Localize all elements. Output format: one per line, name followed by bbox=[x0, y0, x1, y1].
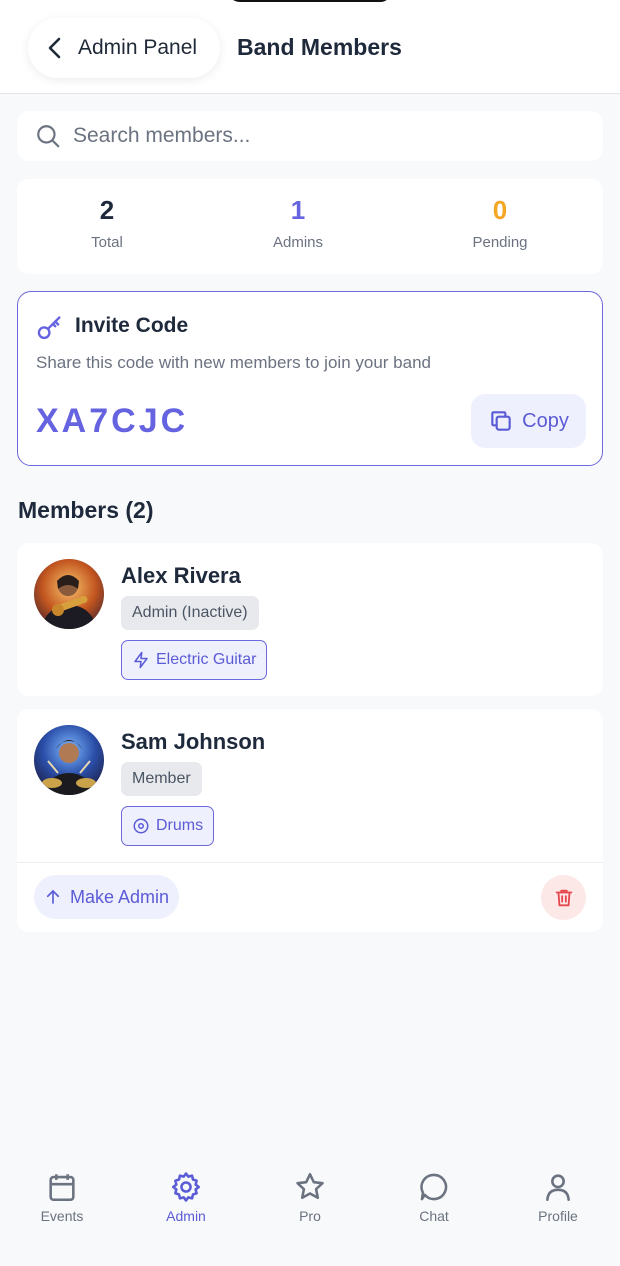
key-icon bbox=[37, 316, 61, 340]
back-button[interactable]: Admin Panel bbox=[28, 18, 220, 78]
calendar-icon bbox=[49, 1174, 75, 1202]
arrow-up-icon bbox=[46, 890, 60, 904]
nav-label-events: Events bbox=[40, 1208, 84, 1224]
stat-pending-label: Pending bbox=[472, 234, 528, 251]
role-badge: Admin (Inactive) bbox=[121, 596, 259, 630]
top-header: Admin Panel Band Members bbox=[0, 0, 620, 94]
back-button-label: Admin Panel bbox=[78, 36, 198, 59]
user-icon bbox=[546, 1174, 570, 1202]
nav-item-events[interactable]: Events bbox=[17, 1170, 107, 1224]
invite-code-title: Invite Code bbox=[75, 314, 189, 337]
member-name: Sam Johnson bbox=[121, 729, 266, 754]
avatar bbox=[34, 725, 104, 795]
nav-item-chat[interactable]: Chat bbox=[389, 1170, 479, 1224]
nav-label-chat: Chat bbox=[419, 1208, 449, 1224]
instrument-label: Drums bbox=[156, 817, 204, 834]
device-notch bbox=[228, 0, 392, 2]
page-title: Band Members bbox=[237, 34, 402, 60]
copy-button-label: Copy bbox=[522, 409, 569, 432]
nav-label-admin: Admin bbox=[166, 1208, 206, 1224]
invite-code-value: XA7CJC bbox=[36, 402, 189, 440]
make-admin-button[interactable]: Make Admin bbox=[34, 875, 179, 919]
instrument-badge: Electric Guitar bbox=[121, 640, 268, 680]
stat-admins-label: Admins bbox=[272, 234, 324, 251]
nav-label-pro: Pro bbox=[299, 1208, 321, 1224]
chevron-left-icon bbox=[48, 37, 61, 59]
nav-label-profile: Profile bbox=[538, 1208, 578, 1224]
member-card[interactable]: Alex Rivera Admin (Inactive) Electric Gu… bbox=[17, 543, 603, 696]
copy-icon bbox=[491, 411, 511, 431]
chat-icon bbox=[420, 1173, 448, 1201]
nav-item-admin[interactable]: Admin bbox=[141, 1170, 231, 1224]
stat-admins: 1 Admins bbox=[238, 195, 358, 251]
delete-member-button[interactable] bbox=[541, 875, 586, 920]
star-icon bbox=[296, 1172, 324, 1200]
stat-total: 2 Total bbox=[47, 195, 167, 251]
search-icon bbox=[37, 125, 60, 148]
members-heading: Members (2) bbox=[18, 497, 154, 523]
nav-item-pro[interactable]: Pro bbox=[265, 1170, 355, 1224]
search-bar[interactable] bbox=[17, 111, 603, 161]
drum-icon bbox=[133, 818, 149, 834]
stat-admins-value: 1 bbox=[290, 195, 306, 225]
lightning-icon bbox=[134, 651, 148, 669]
instrument-badge: Drums bbox=[121, 806, 215, 846]
card-divider bbox=[17, 862, 603, 863]
stat-total-value: 2 bbox=[99, 195, 115, 225]
nav-item-profile[interactable]: Profile bbox=[513, 1170, 603, 1224]
instrument-label: Electric Guitar bbox=[156, 651, 257, 668]
make-admin-label: Make Admin bbox=[69, 886, 170, 907]
role-badge: Member bbox=[121, 762, 202, 796]
invite-code-card: Invite Code Share this code with new mem… bbox=[17, 291, 603, 466]
copy-button[interactable]: Copy bbox=[471, 394, 586, 448]
stats-card: 2 Total 1 Admins 0 Pending bbox=[17, 179, 603, 274]
gear-icon bbox=[171, 1172, 201, 1202]
stat-total-label: Total bbox=[91, 234, 123, 251]
search-input[interactable] bbox=[73, 124, 573, 148]
member-card[interactable]: Sam Johnson Member Drums Make Admin bbox=[17, 709, 603, 932]
avatar bbox=[34, 559, 104, 629]
member-name: Alex Rivera bbox=[121, 563, 241, 588]
bottom-nav: Events Admin Pro Chat Profile bbox=[0, 1160, 620, 1266]
trash-icon bbox=[555, 889, 572, 906]
invite-code-description: Share this code with new members to join… bbox=[36, 353, 431, 372]
stat-pending-value: 0 bbox=[492, 195, 508, 225]
stat-pending: 0 Pending bbox=[440, 195, 560, 251]
